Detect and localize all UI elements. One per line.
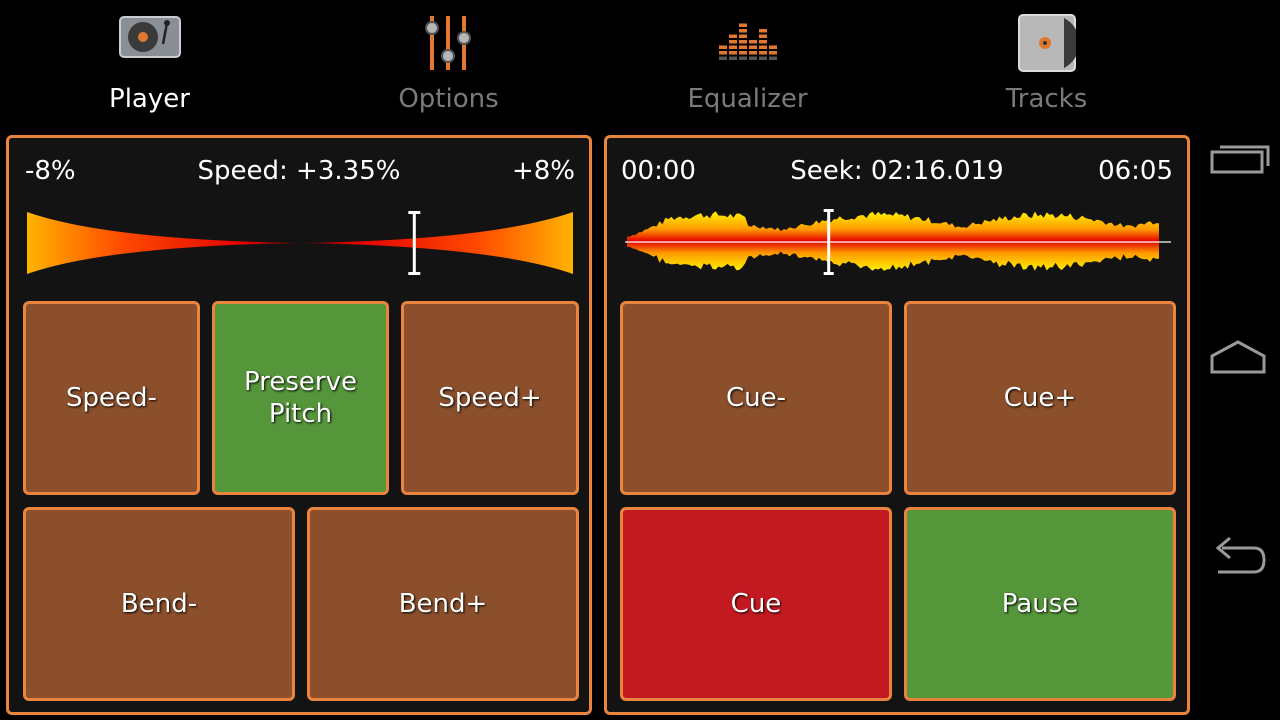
tab-label: Tracks [1005,84,1088,114]
eq-icon-segment [758,40,767,44]
eq-icon-segment [728,51,737,55]
eq-icon-segment [728,34,737,38]
speed-plus-button[interactable]: Speed+ [401,301,579,495]
eq-icon-segment [768,45,777,49]
recents-icon[interactable] [1204,130,1272,190]
speed-fan-right [300,212,573,274]
system-navigation-bar [1196,0,1280,720]
eq-icon-segment [748,51,757,55]
sliders-icon [424,14,474,76]
tab-options[interactable]: Options [299,0,598,130]
eq-icon-segment [758,56,767,60]
eq-icon-segment [748,56,757,60]
eq-icon-segment [728,56,737,60]
eq-icon-segment [758,51,767,55]
eq-icon-segment [738,56,747,60]
eq-icon-segment [738,45,747,49]
tab-player[interactable]: Player [0,0,299,130]
eq-icon-segment [738,23,747,27]
eq-icon-segment [758,45,767,49]
waveform-seekbar[interactable] [625,208,1171,276]
seek-end-time: 06:05 [1098,156,1173,186]
equalizer-icon [717,22,779,68]
record-sleeve-icon [1017,14,1079,76]
speed-minus-button[interactable]: Speed- [23,301,200,495]
tab-equalizer[interactable]: Equalizer [598,0,897,130]
cue-plus-button[interactable]: Cue+ [904,301,1176,495]
speed-readout: Speed: +3.35% [197,156,401,186]
waveform [627,211,1159,271]
cue-minus-button[interactable]: Cue- [620,301,892,495]
eq-icon-segment [758,29,767,33]
eq-icon-segment [728,45,737,49]
speed-fan-left [27,212,300,274]
bend-plus-button[interactable]: Bend+ [307,507,579,701]
eq-icon-segment [728,40,737,44]
eq-icon-segment [768,51,777,55]
tab-label: Options [398,84,499,114]
speed-max-label: +8% [511,156,575,186]
eq-icon-segment [748,45,757,49]
eq-icon-segment [738,34,747,38]
eq-icon-segment [718,45,727,49]
speed-slider[interactable] [27,210,573,276]
eq-icon-segment [718,51,727,55]
seek-panel: 00:00 Seek: 02:16.019 06:05 Cue- Cue+ Cu… [604,135,1190,715]
tab-label: Equalizer [687,84,808,114]
cue-button[interactable]: Cue [620,507,892,701]
eq-icon-segment [738,40,747,44]
back-icon[interactable] [1204,528,1272,588]
eq-icon-segment [718,56,727,60]
preserve-pitch-button[interactable]: Preserve Pitch [212,301,389,495]
home-icon[interactable] [1204,330,1272,390]
eq-icon-segment [738,51,747,55]
eq-icon-segment [758,34,767,38]
bend-minus-button[interactable]: Bend- [23,507,295,701]
eq-icon-segment [748,40,757,44]
speed-panel: -8% Speed: +3.35% +8% Speed- Preserve Pi… [6,135,592,715]
tab-label: Player [109,84,190,114]
tab-bar: Player Options Equalizer Tracks [0,0,1196,130]
pause-button[interactable]: Pause [904,507,1176,701]
eq-icon-segment [768,56,777,60]
turntable-icon [118,14,181,64]
tab-tracks[interactable]: Tracks [897,0,1196,130]
eq-icon-segment [738,29,747,33]
